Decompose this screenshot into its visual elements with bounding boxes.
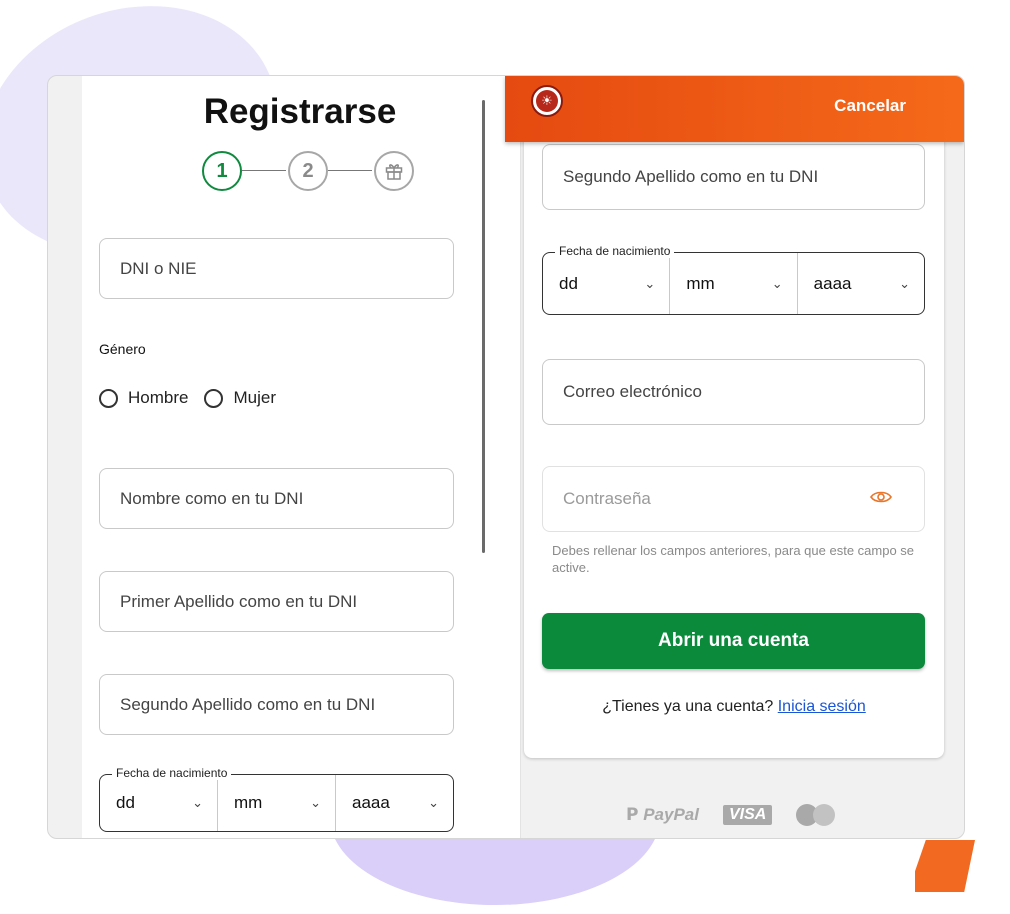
registration-screen-right: Segundo Apellido como en tu DNI Fecha de… <box>524 76 944 758</box>
gender-label: Género <box>99 341 146 357</box>
chevron-down-icon: ⌄ <box>771 275 783 291</box>
eye-icon[interactable] <box>870 488 892 510</box>
page-title: Registrarse <box>203 92 397 131</box>
login-link[interactable]: Inicia sesión <box>778 698 866 715</box>
paypal-text: PayPal <box>643 805 699 824</box>
app-header: ☀ Cancelar <box>505 76 964 142</box>
second-surname-placeholder: Segundo Apellido como en tu DNI <box>120 694 376 714</box>
paypal-logo: 𝗣 PayPal <box>626 805 699 824</box>
birthdate-legend-right: Fecha de nacimiento <box>555 244 675 258</box>
mastercard-icon <box>796 804 836 826</box>
radio-hombre[interactable] <box>99 388 118 408</box>
radio-mujer[interactable] <box>204 388 224 408</box>
login-prompt-line: ¿Tienes ya una cuenta? Inicia sesión <box>524 698 944 716</box>
payment-methods: 𝗣 PayPal VISA <box>626 804 836 826</box>
gender-radio-group: Hombre Mujer <box>99 388 276 408</box>
first-surname-input[interactable]: Primer Apellido como en tu DNI <box>99 571 454 632</box>
month-value: mm <box>234 793 263 812</box>
device-frame: Registrarse 1 2 DNI o NIE Género Hombre <box>47 75 965 839</box>
radio-mujer-label: Mujer <box>233 388 276 407</box>
first-surname-placeholder: Primer Apellido como en tu DNI <box>120 591 358 611</box>
chevron-down-icon: ⌄ <box>192 795 203 810</box>
year-select-right[interactable]: aaaa ⌄ <box>798 253 924 314</box>
second-surname-input[interactable]: Segundo Apellido como en tu DNI <box>99 674 454 735</box>
registration-screen-left: Registrarse 1 2 DNI o NIE Género Hombre <box>82 76 521 838</box>
visa-logo: VISA <box>722 805 773 825</box>
step-1: 1 <box>202 151 242 191</box>
name-input[interactable]: Nombre como en tu DNI <box>99 468 454 529</box>
step-connector <box>328 170 372 171</box>
scrollbar[interactable] <box>482 100 485 553</box>
chevron-down-icon: ⌄ <box>428 795 439 810</box>
month-value-right: mm <box>686 273 715 293</box>
chevron-down-icon: ⌄ <box>310 795 321 810</box>
email-placeholder: Correo electrónico <box>563 382 702 401</box>
step-2: 2 <box>288 151 328 191</box>
chevron-down-icon: ⌄ <box>899 275 910 291</box>
password-placeholder: Contraseña <box>563 489 651 508</box>
step-connector <box>242 170 286 171</box>
name-placeholder: Nombre como en tu DNI <box>120 488 304 508</box>
password-input: Contraseña <box>542 466 925 532</box>
stepper: 1 2 <box>202 151 432 191</box>
day-select[interactable]: dd ⌄ <box>100 775 218 831</box>
dni-input[interactable]: DNI o NIE <box>99 238 454 299</box>
month-select-right[interactable]: mm ⌄ <box>670 253 798 314</box>
password-hint: Debes rellenar los campos anteriores, pa… <box>552 543 915 575</box>
login-prompt: ¿Tienes ya una cuenta? <box>602 698 774 715</box>
dni-placeholder: DNI o NIE <box>120 258 197 278</box>
radio-hombre-label: Hombre <box>128 388 189 407</box>
month-select[interactable]: mm ⌄ <box>218 775 336 831</box>
gift-step-icon <box>374 151 414 191</box>
lion-logo-icon: ☀ <box>531 85 563 117</box>
day-value: dd <box>116 793 135 812</box>
cancel-button[interactable]: Cancelar <box>834 96 906 116</box>
year-value: aaaa <box>352 793 390 812</box>
birthdate-group: Fecha de nacimiento dd ⌄ mm ⌄ aaaa ⌄ <box>99 766 454 832</box>
year-value-right: aaaa <box>813 273 852 293</box>
birthdate-group-right: Fecha de nacimiento dd ⌄ mm ⌄ aaaa ⌄ <box>542 244 925 315</box>
second-surname-placeholder-right: Segundo Apellido como en tu DNI <box>563 167 819 186</box>
day-select-right[interactable]: dd ⌄ <box>543 253 671 314</box>
birthdate-legend: Fecha de nacimiento <box>112 766 232 780</box>
decorative-orange-shape <box>915 840 975 892</box>
year-select[interactable]: aaaa ⌄ <box>336 775 453 831</box>
day-value-right: dd <box>559 273 578 293</box>
second-surname-input-right[interactable]: Segundo Apellido como en tu DNI <box>542 144 925 210</box>
open-account-button[interactable]: Abrir una cuenta <box>542 613 925 669</box>
chevron-down-icon: ⌄ <box>644 275 656 291</box>
email-input[interactable]: Correo electrónico <box>542 359 925 425</box>
